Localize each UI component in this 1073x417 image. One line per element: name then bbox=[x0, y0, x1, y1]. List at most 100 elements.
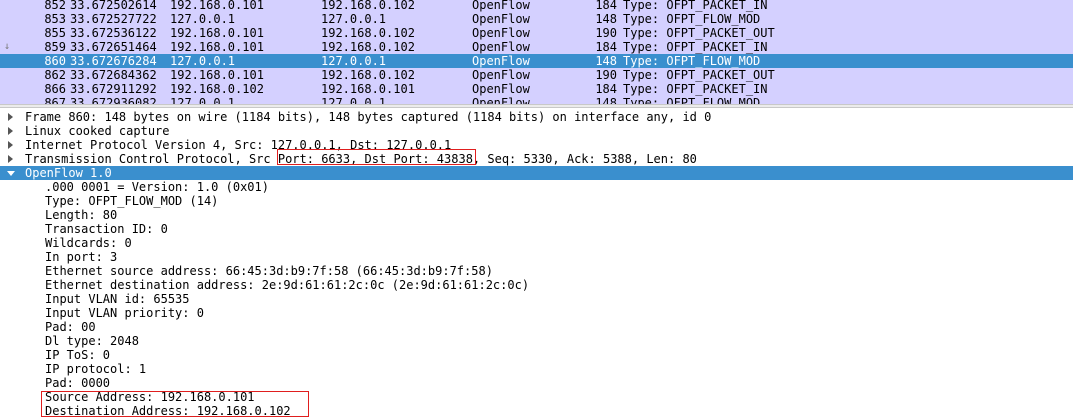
packet-cell-info: Type: OFPT_PACKET_IN bbox=[623, 0, 768, 12]
detail-tree-text: Ethernet destination address: 2e:9d:61:6… bbox=[45, 278, 530, 292]
packet-list-pane[interactable]: 852 33.672502614 192.168.0.101 192.168.0.10… bbox=[0, 0, 1073, 104]
detail-tree-item[interactable]: Dl type: 2048 bbox=[0, 334, 1073, 348]
packet-cell-src: 192.168.0.102 bbox=[170, 82, 264, 96]
detail-tree-item[interactable]: Destination Address: 192.168.0.102 bbox=[0, 404, 1073, 417]
packet-row[interactable]: 853 33.672527722 127.0.0.1 127.0.0.1 OpenFlo… bbox=[0, 12, 1073, 26]
packet-cell-time: 33.672684362 bbox=[70, 68, 157, 82]
detail-tree-item[interactable]: Pad: 00 bbox=[0, 320, 1073, 334]
packet-row[interactable]: 867 33.672936082 127.0.0.1 127.0.0.1 OpenFlo… bbox=[0, 96, 1073, 104]
detail-tree-text: Destination Address: 192.168.0.102 bbox=[45, 404, 291, 417]
detail-tree-text: Dl type: 2048 bbox=[45, 334, 139, 348]
packet-cell-dst: 192.168.0.102 bbox=[321, 0, 415, 12]
detail-tree-item[interactable]: Transaction ID: 0 bbox=[0, 222, 1073, 236]
packet-row[interactable]: ↓ 859 33.672651464 192.168.0.101 192.168.0.1… bbox=[0, 40, 1073, 54]
packet-cell-len: 148 bbox=[595, 54, 617, 68]
packet-cell-time: 33.672536122 bbox=[70, 26, 157, 40]
packet-cell-proto: OpenFlow bbox=[472, 26, 530, 40]
packet-cell-dst: 192.168.0.101 bbox=[321, 82, 415, 96]
detail-tree-text: Pad: 0000 bbox=[45, 376, 111, 390]
packet-cell-src: 127.0.0.1 bbox=[170, 96, 236, 104]
packet-cell-dst: 127.0.0.1 bbox=[321, 96, 387, 104]
packet-cell-info: Type: OFPT_PACKET_IN bbox=[623, 82, 768, 96]
detail-tree-text: Wildcards: 0 bbox=[45, 236, 132, 250]
detail-tree-text: IP ToS: 0 bbox=[45, 348, 111, 362]
detail-tree-item[interactable]: Wildcards: 0 bbox=[0, 236, 1073, 250]
packet-cell-len: 190 bbox=[595, 26, 617, 40]
packet-cell-src: 192.168.0.101 bbox=[170, 0, 264, 12]
packet-cell-time: 33.672936082 bbox=[70, 96, 157, 104]
packet-cell-no: 855 bbox=[44, 26, 66, 40]
packet-cell-proto: OpenFlow bbox=[472, 40, 530, 54]
packet-cell-len: 184 bbox=[595, 0, 617, 12]
packet-details-pane[interactable]: Destination Address: 192.168.0.102 Source… bbox=[0, 110, 1073, 417]
related-packet-icon: ↓ bbox=[4, 41, 11, 52]
packet-cell-no: 859 bbox=[44, 40, 66, 54]
detail-tree-text: Linux cooked capture bbox=[25, 124, 170, 138]
packet-cell-len: 190 bbox=[595, 68, 617, 82]
packet-cell-src: 127.0.0.1 bbox=[170, 54, 236, 68]
packet-cell-len: 148 bbox=[595, 96, 617, 104]
expand-down-arrow-icon[interactable] bbox=[7, 171, 15, 176]
expand-right-arrow-icon[interactable] bbox=[8, 113, 13, 121]
detail-tree-text: IP protocol: 1 bbox=[45, 362, 147, 376]
packet-cell-proto: OpenFlow bbox=[472, 12, 530, 26]
detail-tree-item[interactable]: Linux cooked capture bbox=[0, 124, 1073, 138]
packet-cell-src: 192.168.0.101 bbox=[170, 40, 264, 54]
detail-tree-text: Transmission Control Protocol, Src Port:… bbox=[25, 152, 697, 166]
detail-tree-text: Internet Protocol Version 4, Src: 127.0.… bbox=[25, 138, 452, 152]
packet-cell-proto: OpenFlow bbox=[472, 82, 530, 96]
detail-tree-item[interactable]: IP ToS: 0 bbox=[0, 348, 1073, 362]
packet-cell-no: 860 bbox=[44, 54, 66, 68]
detail-tree-item[interactable]: Internet Protocol Version 4, Src: 127.0.… bbox=[0, 138, 1073, 152]
packet-cell-dst: 127.0.0.1 bbox=[321, 12, 387, 26]
detail-tree-item[interactable]: Ethernet destination address: 2e:9d:61:6… bbox=[0, 278, 1073, 292]
packet-row[interactable]: 866 33.672911292 192.168.0.102 192.168.0.10… bbox=[0, 82, 1073, 96]
detail-tree-item[interactable]: Input VLAN priority: 0 bbox=[0, 306, 1073, 320]
detail-tree-text: Pad: 00 bbox=[45, 320, 96, 334]
detail-tree-item[interactable]: Input VLAN id: 65535 bbox=[0, 292, 1073, 306]
detail-tree-text: Length: 80 bbox=[45, 208, 118, 222]
packet-cell-info: Type: OFPT_PACKET_OUT bbox=[623, 26, 775, 40]
detail-tree-item[interactable]: Frame 860: 148 bytes on wire (1184 bits)… bbox=[0, 110, 1073, 124]
packet-cell-proto: OpenFlow bbox=[472, 96, 530, 104]
packet-cell-dst: 192.168.0.102 bbox=[321, 68, 415, 82]
packet-cell-proto: OpenFlow bbox=[472, 54, 530, 68]
packet-cell-dst: 192.168.0.102 bbox=[321, 26, 415, 40]
detail-tree-text: In port: 3 bbox=[45, 250, 118, 264]
packet-cell-time: 33.672527722 bbox=[70, 12, 157, 26]
detail-tree-item[interactable]: OpenFlow 1.0 bbox=[0, 166, 1073, 180]
expand-right-arrow-icon[interactable] bbox=[8, 155, 13, 163]
packet-row[interactable]: 855 33.672536122 192.168.0.101 192.168.0.10… bbox=[0, 26, 1073, 40]
packet-cell-proto: OpenFlow bbox=[472, 0, 530, 12]
detail-tree-item[interactable]: Length: 80 bbox=[0, 208, 1073, 222]
expand-right-arrow-icon[interactable] bbox=[8, 127, 13, 135]
packet-cell-time: 33.672502614 bbox=[70, 0, 157, 12]
detail-tree-item[interactable]: Ethernet source address: 66:45:3d:b9:7f:… bbox=[0, 264, 1073, 278]
packet-row[interactable]: 862 33.672684362 192.168.0.101 192.168.0.10… bbox=[0, 68, 1073, 82]
packet-cell-info: Type: OFPT_PACKET_IN bbox=[623, 40, 768, 54]
detail-tree-item[interactable]: Transmission Control Protocol, Src Port:… bbox=[0, 152, 1073, 166]
packet-cell-no: 866 bbox=[44, 82, 66, 96]
detail-tree-item[interactable]: In port: 3 bbox=[0, 250, 1073, 264]
packet-cell-info: Type: OFPT_FLOW_MOD bbox=[623, 12, 761, 26]
packet-cell-proto: OpenFlow bbox=[472, 68, 530, 82]
packet-cell-src: 192.168.0.101 bbox=[170, 68, 264, 82]
packet-row[interactable]: 852 33.672502614 192.168.0.101 192.168.0.10… bbox=[0, 0, 1073, 12]
detail-tree-text: Source Address: 192.168.0.101 bbox=[45, 390, 255, 404]
detail-tree-item[interactable]: Type: OFPT_FLOW_MOD (14) bbox=[0, 194, 1073, 208]
packet-cell-src: 192.168.0.101 bbox=[170, 26, 264, 40]
detail-tree-item[interactable]: Pad: 0000 bbox=[0, 376, 1073, 390]
packet-cell-dst: 192.168.0.102 bbox=[321, 40, 415, 54]
expand-right-arrow-icon[interactable] bbox=[8, 141, 13, 149]
pane-splitter[interactable] bbox=[0, 104, 1073, 108]
packet-cell-info: Type: OFPT_FLOW_MOD bbox=[623, 54, 761, 68]
detail-tree-item[interactable]: .000 0001 = Version: 1.0 (0x01) bbox=[0, 180, 1073, 194]
packet-row[interactable]: 860 33.672676284 127.0.0.1 127.0.0.1 OpenFlo… bbox=[0, 54, 1073, 68]
packet-cell-no: 853 bbox=[44, 12, 66, 26]
detail-tree-text: Transaction ID: 0 bbox=[45, 222, 168, 236]
detail-tree-item[interactable]: Source Address: 192.168.0.101 bbox=[0, 390, 1073, 404]
packet-cell-src: 127.0.0.1 bbox=[170, 12, 236, 26]
packet-cell-len: 184 bbox=[595, 82, 617, 96]
detail-tree-item[interactable]: IP protocol: 1 bbox=[0, 362, 1073, 376]
packet-cell-dst: 127.0.0.1 bbox=[321, 54, 387, 68]
